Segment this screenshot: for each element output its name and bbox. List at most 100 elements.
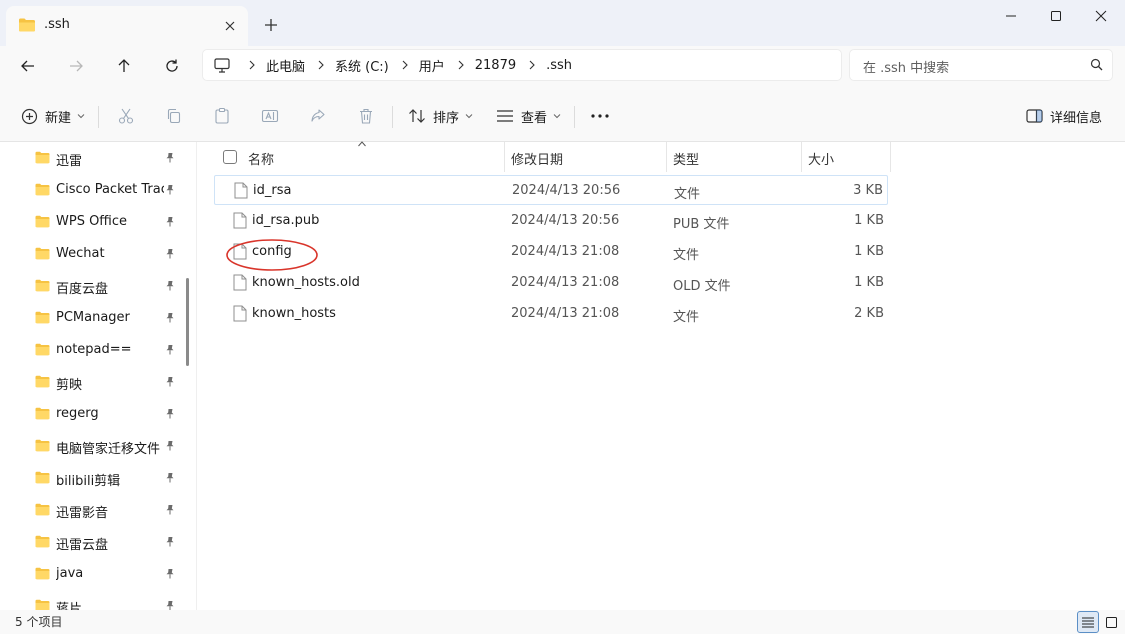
pin-icon[interactable] xyxy=(165,504,175,515)
file-row[interactable]: id_rsa.pub 2024/4/13 20:56 PUB 文件 1 KB xyxy=(214,206,888,236)
select-all-checkbox[interactable] xyxy=(223,150,237,164)
column-divider[interactable] xyxy=(890,142,891,172)
sidebar-item-label: bilibili剪辑 xyxy=(56,474,121,489)
minimize-button[interactable] xyxy=(988,0,1034,32)
column-type[interactable]: 类型 xyxy=(673,149,699,168)
folder-icon xyxy=(35,535,50,548)
pin-icon[interactable] xyxy=(165,600,175,610)
sidebar-item-label: Cisco Packet Tracer xyxy=(56,182,164,197)
rename-icon[interactable] xyxy=(259,105,281,127)
view-label: 查看 xyxy=(521,110,548,126)
pin-icon[interactable] xyxy=(165,152,175,163)
sidebar-item[interactable]: Wechat xyxy=(0,239,182,269)
up-button[interactable] xyxy=(108,50,140,82)
details-view-icon xyxy=(1082,617,1094,628)
column-divider[interactable] xyxy=(504,142,505,172)
sidebar-item[interactable]: Cisco Packet Tracer xyxy=(0,175,182,205)
folder-icon xyxy=(35,215,50,228)
sort-button[interactable]: 排序 xyxy=(408,102,473,130)
maximize-button[interactable] xyxy=(1033,0,1079,32)
new-label: 新建 xyxy=(45,110,72,126)
large-icons-view-button[interactable] xyxy=(1100,611,1122,633)
sidebar-item[interactable]: 迅雷云盘 xyxy=(0,527,182,557)
breadcrumb-ssh[interactable]: .ssh xyxy=(546,58,572,73)
more-icon xyxy=(590,113,610,119)
pin-icon[interactable] xyxy=(165,344,175,355)
sidebar-item[interactable]: 电脑管家迁移文件 xyxy=(0,431,182,461)
chevron-right-icon xyxy=(317,60,325,70)
file-modified: 2024/4/13 21:08 xyxy=(511,275,620,290)
pin-icon[interactable] xyxy=(165,568,175,579)
sidebar-item[interactable]: 蒋片 xyxy=(0,591,182,610)
folder-icon xyxy=(35,247,50,260)
details-view-button[interactable] xyxy=(1077,611,1099,633)
breadcrumb-users[interactable]: 用户 xyxy=(419,56,445,75)
sidebar-item-label: 迅雷影音 xyxy=(56,506,109,521)
file-row[interactable]: known_hosts.old 2024/4/13 21:08 OLD 文件 1 KB xyxy=(214,268,888,298)
cut-icon[interactable] xyxy=(115,105,137,127)
sidebar-item[interactable]: regerg xyxy=(0,399,182,429)
close-window-button[interactable] xyxy=(1078,0,1124,32)
details-label: 详细信息 xyxy=(1050,110,1103,126)
sidebar-item[interactable]: 百度云盘 xyxy=(0,271,182,301)
tiles-view-icon xyxy=(1105,616,1117,628)
breadcrumb-this-pc[interactable]: 此电脑 xyxy=(266,56,305,75)
refresh-button[interactable] xyxy=(156,50,188,82)
pin-icon[interactable] xyxy=(165,536,175,547)
pin-icon[interactable] xyxy=(165,376,175,387)
close-tab-icon[interactable] xyxy=(218,14,242,38)
new-button[interactable]: 新建 xyxy=(21,102,85,130)
sidebar-item[interactable]: notepad== xyxy=(0,335,182,365)
folder-icon xyxy=(35,151,50,164)
breadcrumb-system-c[interactable]: 系统 (C:) xyxy=(335,56,389,75)
view-list-icon xyxy=(496,109,514,123)
pin-icon[interactable] xyxy=(165,248,175,259)
column-size[interactable]: 大小 xyxy=(808,149,834,168)
sidebar-item[interactable]: PCManager xyxy=(0,303,182,333)
paste-icon[interactable] xyxy=(211,105,233,127)
sidebar-item[interactable]: 迅雷 xyxy=(0,143,182,173)
details-pane-button[interactable]: 详细信息 xyxy=(1026,102,1102,130)
sidebar-item-label: 百度云盘 xyxy=(56,282,109,297)
pin-icon[interactable] xyxy=(165,280,175,291)
new-tab-button[interactable] xyxy=(258,12,284,38)
sidebar-item[interactable]: 迅雷影音 xyxy=(0,495,182,525)
column-modified[interactable]: 修改日期 xyxy=(511,149,563,168)
chevron-right-icon xyxy=(401,60,409,70)
sidebar-item[interactable]: WPS Office xyxy=(0,207,182,237)
tab-ssh[interactable]: .ssh xyxy=(6,6,248,46)
search-input[interactable]: 在 .ssh 中搜索 xyxy=(849,49,1113,81)
pin-icon[interactable] xyxy=(165,472,175,483)
sidebar-item[interactable]: java xyxy=(0,559,182,589)
column-divider[interactable] xyxy=(666,142,667,172)
chevron-down-icon xyxy=(553,113,561,119)
more-options-button[interactable] xyxy=(590,102,610,130)
sidebar-item[interactable]: bilibili剪辑 xyxy=(0,463,182,493)
pin-icon[interactable] xyxy=(165,408,175,419)
view-button[interactable]: 查看 xyxy=(496,102,561,130)
file-name: id_rsa.pub xyxy=(252,213,320,228)
breadcrumb-user-folder[interactable]: 21879 xyxy=(475,58,516,73)
back-button[interactable] xyxy=(12,50,44,82)
file-type: 文件 xyxy=(673,310,700,325)
column-divider[interactable] xyxy=(801,142,802,172)
pin-icon[interactable] xyxy=(165,184,175,195)
pin-icon[interactable] xyxy=(165,312,175,323)
share-icon[interactable] xyxy=(307,105,329,127)
plus-circle-icon xyxy=(21,108,38,125)
column-name[interactable]: 名称 xyxy=(248,149,274,168)
sidebar-scrollbar[interactable] xyxy=(186,278,189,366)
forward-button[interactable] xyxy=(60,50,92,82)
delete-icon[interactable] xyxy=(355,105,377,127)
file-row[interactable]: known_hosts 2024/4/13 21:08 文件 2 KB xyxy=(214,299,888,329)
pin-icon[interactable] xyxy=(165,216,175,227)
copy-icon[interactable] xyxy=(163,105,185,127)
pin-icon[interactable] xyxy=(165,440,175,451)
sort-ascending-icon xyxy=(357,140,367,148)
file-row[interactable]: id_rsa 2024/4/13 20:56 文件 3 KB xyxy=(214,175,888,205)
folder-icon xyxy=(35,439,50,452)
sidebar-item-label: 电脑管家迁移文件 xyxy=(56,442,161,457)
sidebar-item[interactable]: 剪映 xyxy=(0,367,182,397)
folder-icon xyxy=(35,503,50,516)
address-bar[interactable]: 此电脑 系统 (C:) 用户 21879 .ssh xyxy=(202,49,842,81)
